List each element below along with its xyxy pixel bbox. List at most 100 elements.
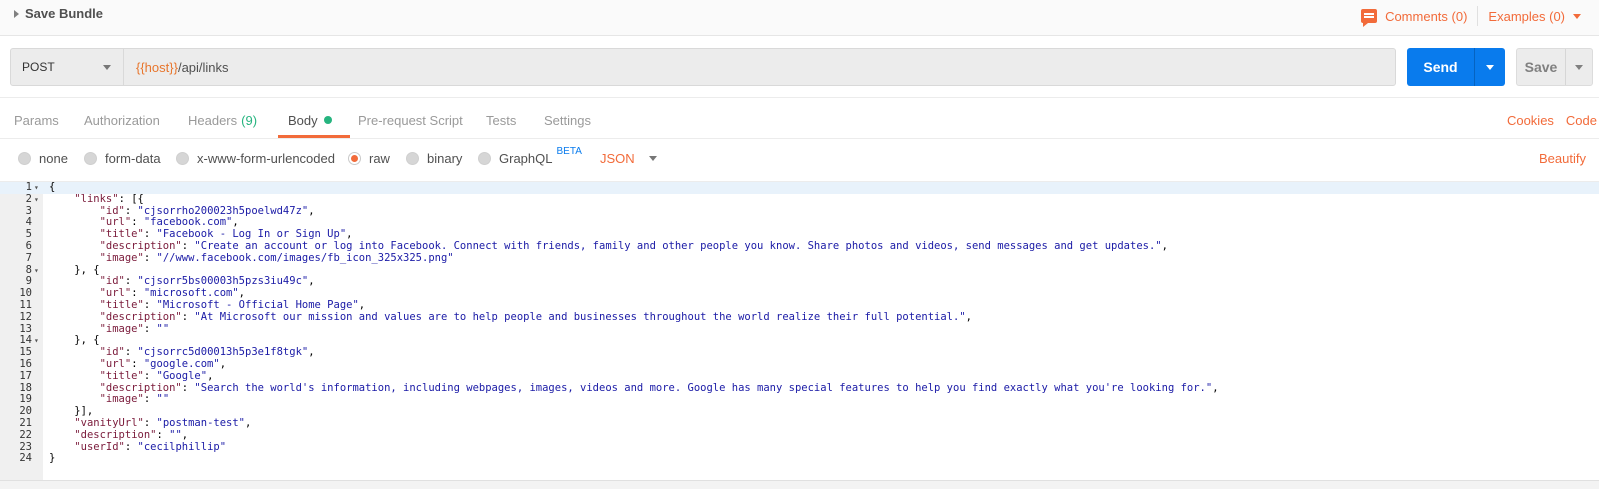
json-punct xyxy=(49,311,100,323)
code-line: 15 "id": "cjsorrc5d00013h5p3e1f8tgk", xyxy=(0,346,1599,359)
chevron-down-icon xyxy=(1486,64,1494,70)
json-punct: , xyxy=(346,228,353,241)
json-string: "Create an account or log into Facebook.… xyxy=(194,240,1162,252)
code-link[interactable]: Code xyxy=(1566,113,1597,128)
radio-label: binary xyxy=(427,151,463,166)
language-select[interactable]: JSON xyxy=(600,151,657,166)
code-text: "userId": "cecilphillip" xyxy=(49,440,226,454)
line-number: 7 xyxy=(25,251,32,264)
json-key: "url" xyxy=(99,358,132,370)
body-type-selector: none form-data x-www-form-urlencoded raw… xyxy=(0,139,1599,181)
code-line: 22 "description": "", xyxy=(0,428,1599,442)
code-text: "description": "Search the world's infor… xyxy=(49,381,1219,395)
tab-params[interactable]: Params xyxy=(14,101,59,139)
radio-label: GraphQL xyxy=(499,151,553,166)
json-punct: : xyxy=(143,299,157,311)
tab-label: Authorization xyxy=(84,112,160,128)
line-number: 2 xyxy=(25,192,32,205)
json-punct: : xyxy=(124,346,138,359)
examples-label: Examples (0) xyxy=(1488,8,1565,24)
comments-button[interactable]: Comments (0) xyxy=(1351,8,1477,27)
radio-label: none xyxy=(39,151,68,166)
cookies-link[interactable]: Cookies xyxy=(1507,113,1554,128)
code-line: 3 "id": "cjsorrho200023h5poelwd47z", xyxy=(0,204,1599,218)
json-punct: , xyxy=(308,275,315,288)
json-punct: : xyxy=(181,381,195,394)
comments-label: Comments (0) xyxy=(1385,8,1468,24)
code-line: 13 "image": "" xyxy=(0,322,1599,336)
radio-circle xyxy=(176,152,189,165)
json-string: "Search the world's information, includi… xyxy=(194,381,1213,394)
json-key: "description" xyxy=(99,240,182,252)
json-key: "description" xyxy=(99,310,182,323)
radio-none[interactable]: none xyxy=(18,151,68,166)
radio-binary[interactable]: binary xyxy=(406,151,462,166)
json-key: "title" xyxy=(99,299,144,311)
json-key: "id" xyxy=(99,346,125,359)
method-select[interactable]: POST xyxy=(11,49,124,85)
json-punct xyxy=(49,193,74,205)
json-punct: : xyxy=(181,310,195,323)
url-path: /api/links xyxy=(177,59,229,75)
chevron-down-icon xyxy=(103,64,111,70)
json-string: "//www.facebook.com/images/fb_icon_325x3… xyxy=(156,251,454,264)
radio-x-www-form-urlencoded[interactable]: x-www-form-urlencoded xyxy=(176,151,335,166)
url-variable: {{host}} xyxy=(136,59,178,75)
json-string: "Facebook - Log In or Sign Up" xyxy=(156,228,347,241)
json-punct: , xyxy=(232,216,239,229)
json-punct: }, { xyxy=(49,334,100,347)
json-punct xyxy=(49,216,100,228)
send-button[interactable]: Send xyxy=(1407,48,1475,86)
save-bundle-toggle[interactable]: Save Bundle xyxy=(14,6,103,21)
tab-body[interactable]: Body xyxy=(288,101,332,139)
json-punct: : xyxy=(156,428,170,441)
json-key: "description" xyxy=(99,381,182,394)
radio-form-data[interactable]: form-data xyxy=(84,151,161,166)
json-string: "" xyxy=(156,393,170,406)
json-key: "image" xyxy=(99,393,144,406)
tab-settings[interactable]: Settings xyxy=(544,101,591,139)
json-key: "id" xyxy=(99,275,125,288)
tab-authorization[interactable]: Authorization xyxy=(84,101,160,139)
json-string: "" xyxy=(156,322,170,335)
code-line: 7 "image": "//www.facebook.com/images/fb… xyxy=(0,251,1599,265)
fold-arrow-icon[interactable]: ▾ xyxy=(34,182,39,194)
json-punct: : xyxy=(181,240,195,252)
examples-button[interactable]: Examples (0) xyxy=(1478,9,1599,24)
fold-arrow-icon[interactable]: ▾ xyxy=(34,194,39,206)
json-key: "links" xyxy=(74,192,119,205)
json-key: "url" xyxy=(99,287,132,300)
fold-arrow-icon[interactable]: ▾ xyxy=(34,335,39,347)
chevron-down-icon xyxy=(1575,64,1583,70)
tab-pre-request-script[interactable]: Pre-request Script xyxy=(358,101,463,139)
code-line: 19 "image": "" xyxy=(0,393,1599,406)
json-punct: : xyxy=(124,204,138,217)
fold-arrow-icon[interactable]: ▾ xyxy=(34,265,39,277)
save-button[interactable]: Save xyxy=(1517,49,1566,85)
tab-label: Settings xyxy=(544,112,591,128)
code-line: 24} xyxy=(0,452,1599,465)
save-dropdown-button[interactable] xyxy=(1566,49,1592,85)
tab-headers[interactable]: Headers (9) xyxy=(188,101,257,139)
json-punct xyxy=(49,346,100,358)
json-punct: : xyxy=(124,440,138,453)
send-dropdown-button[interactable] xyxy=(1475,48,1505,86)
tab-tests[interactable]: Tests xyxy=(486,101,516,139)
json-key: "vanityUrl" xyxy=(74,417,144,429)
tab-label: Body xyxy=(288,112,318,128)
beautify-link[interactable]: Beautify xyxy=(1539,151,1586,166)
tab-label: Pre-request Script xyxy=(358,112,463,128)
json-punct: : xyxy=(131,287,144,300)
radio-circle xyxy=(478,152,491,165)
code-line: 21 "vanityUrl": "postman-test", xyxy=(0,417,1599,430)
json-punct xyxy=(49,323,100,335)
url-input[interactable]: {{host}}/api/links xyxy=(124,49,229,85)
json-string: "" xyxy=(169,428,182,441)
radio-graphql[interactable]: GraphQL BETA xyxy=(478,146,582,166)
editor-resize-bar[interactable] xyxy=(0,480,1599,489)
radio-raw[interactable]: raw xyxy=(348,151,390,166)
json-punct: : xyxy=(143,369,157,382)
radio-label: x-www-form-urlencoded xyxy=(197,151,335,166)
code-editor[interactable]: 1 ▾{2 ▾ "links": [{3 "id": "cjsorrho200023… xyxy=(0,181,1599,481)
json-key: "description" xyxy=(74,428,157,441)
